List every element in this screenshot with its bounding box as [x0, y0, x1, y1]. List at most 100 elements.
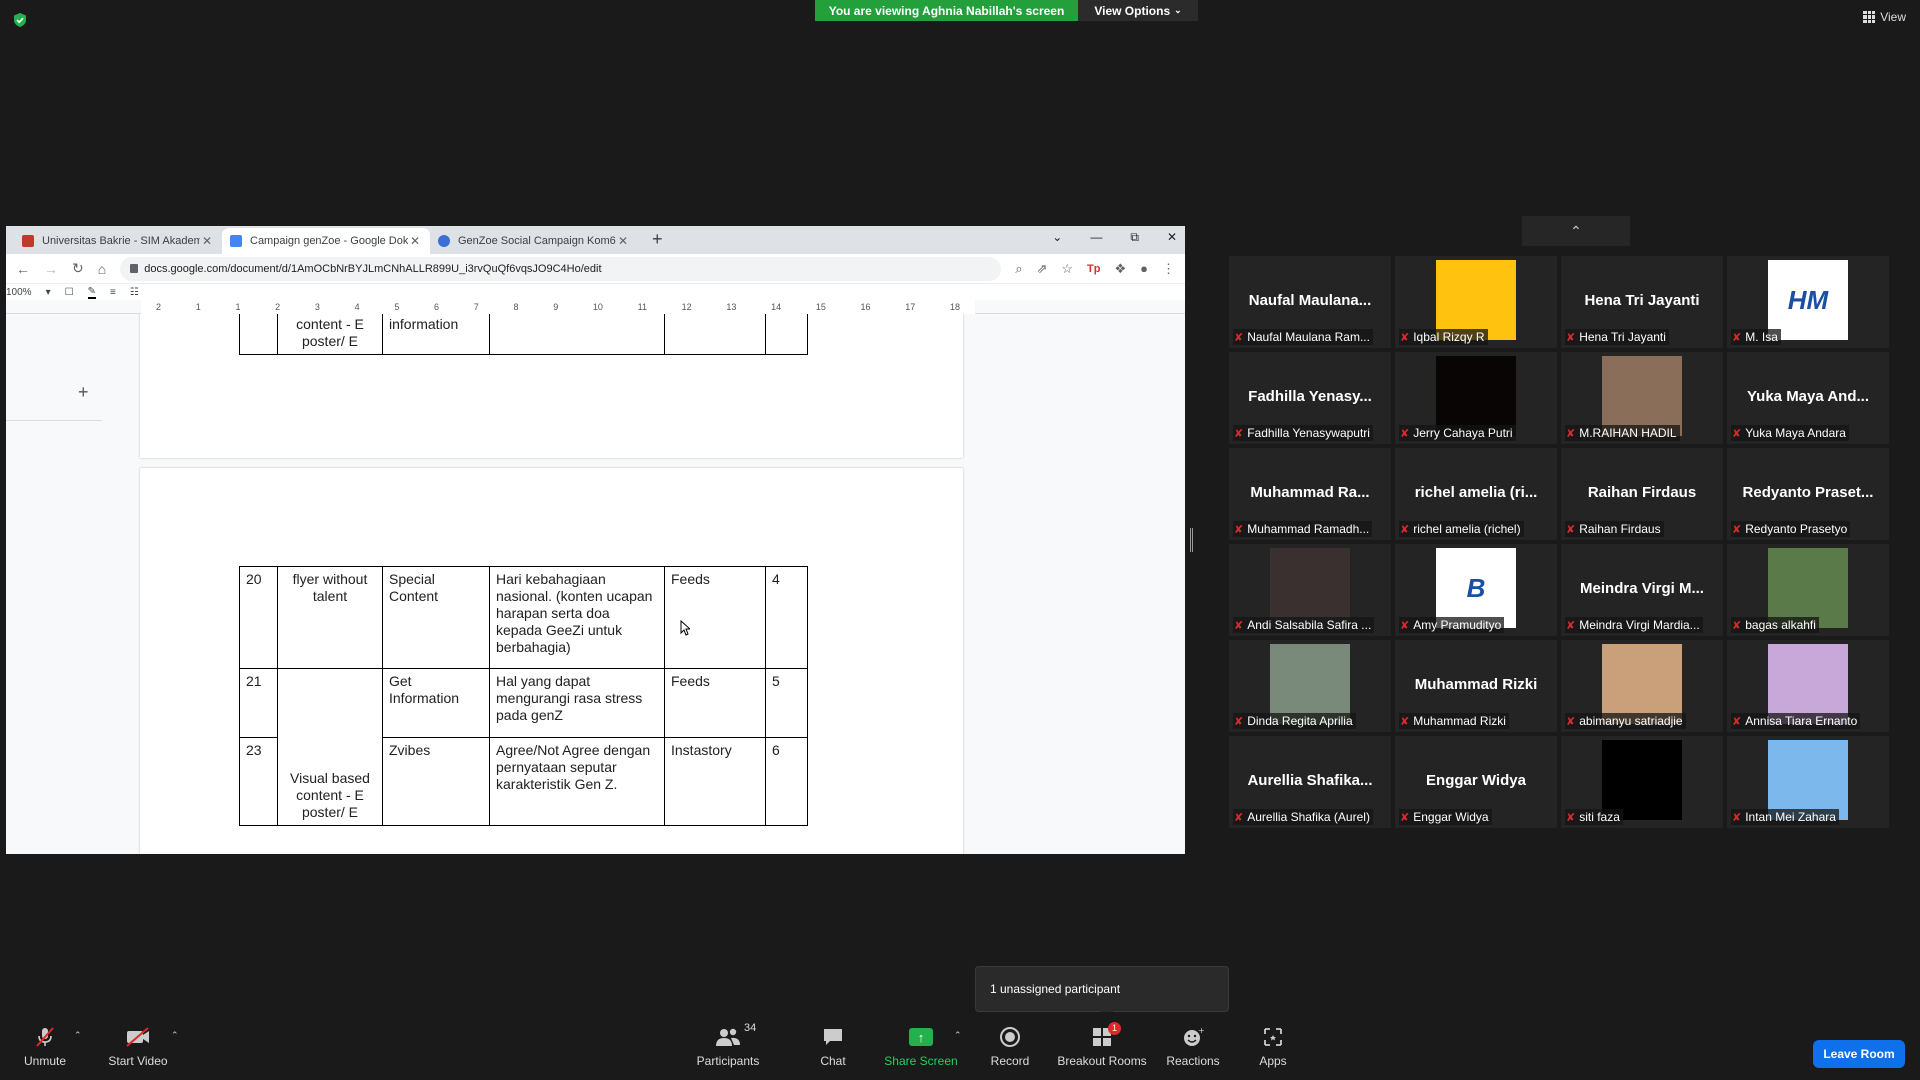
split-view-handle[interactable] — [1190, 528, 1193, 552]
participant-tile[interactable]: Enggar Widya ✘ Enggar Widya — [1395, 736, 1557, 828]
participant-tile[interactable]: Yuka Maya And... ✘ Yuka Maya Andara — [1727, 352, 1889, 444]
document-page[interactable]: 19 Visual based content - E poster/ E Ge… — [140, 314, 963, 458]
table-cell-category[interactable]: Get information — [382, 314, 490, 355]
window-controls: ⌄ — ⧉ ✕ — [1052, 230, 1177, 245]
view-options-button[interactable]: View Options ⌄ — [1078, 0, 1198, 21]
align-icon[interactable]: ≡ — [110, 287, 116, 298]
view-layout-button[interactable]: View — [1863, 10, 1906, 24]
collapse-gallery-button[interactable]: ⌃ — [1522, 216, 1630, 246]
share-options-caret-icon[interactable]: ⌃ — [954, 1030, 962, 1041]
unmute-button[interactable]: Unmute — [5, 1024, 85, 1068]
close-window-icon[interactable]: ✕ — [1167, 230, 1177, 245]
table-cell-type[interactable]: flyer without talent — [277, 566, 383, 669]
forward-icon[interactable]: → — [44, 261, 58, 277]
table-cell-content[interactable]: Agree/Not Agree dengan pernyataan seputa… — [489, 737, 665, 826]
url-field[interactable]: docs.google.com/document/d/1AmOCbNrBYJLm… — [120, 256, 1002, 281]
table-cell-content[interactable]: Karakteristik Gen Z. — [489, 314, 665, 355]
participant-tile[interactable]: Redyanto Praset... ✘ Redyanto Prasetyo — [1727, 448, 1889, 540]
table-cell-platform[interactable]: Feeds — [664, 668, 766, 738]
tab-search-icon[interactable]: ⌄ — [1052, 230, 1062, 245]
ruler-tick: 10 — [592, 302, 603, 312]
participants-button[interactable]: 34 Participants — [688, 1022, 768, 1068]
browser-tab-sim-akademik[interactable]: Universitas Bakrie - SIM Akadem ✕ — [14, 228, 222, 254]
table-cell-content[interactable]: Hal yang dapat mengurangi rasa stress pa… — [489, 668, 665, 738]
participant-tile[interactable]: ✘ abimanyu satriadjie — [1561, 640, 1723, 732]
breakout-rooms-button[interactable]: 1 Breakout Rooms — [1057, 1022, 1147, 1068]
extension-tp-icon[interactable]: Tp — [1087, 263, 1100, 275]
participant-tile[interactable]: ✘ Iqbal Rizqy R — [1395, 256, 1557, 348]
participant-tile[interactable]: Raihan Firdaus ✘ Raihan Firdaus — [1561, 448, 1723, 540]
table-cell-week[interactable]: 5 — [765, 668, 808, 738]
table-cell-no[interactable]: 23 — [239, 737, 278, 826]
participant-tile[interactable]: ✘ Intan Mei Zahara — [1727, 736, 1889, 828]
video-options-caret-icon[interactable]: ⌃ — [171, 1030, 179, 1041]
table-cell-category[interactable]: Get Information — [382, 668, 490, 738]
table-cell-category[interactable]: Special Content — [382, 566, 490, 669]
leave-room-button[interactable]: Leave Room — [1813, 1040, 1905, 1068]
table-cell-platform[interactable]: Instastory — [664, 737, 766, 826]
highlight-pen-icon[interactable]: ✎ — [87, 286, 96, 299]
table-cell-week[interactable]: 4 — [765, 566, 808, 669]
participant-tile[interactable]: ✘ Annisa Tiara Ernanto — [1727, 640, 1889, 732]
apps-button[interactable]: Apps — [1233, 1024, 1313, 1068]
participant-tile[interactable]: Aurellia Shafika... ✘ Aurellia Shafika (Au… — [1229, 736, 1391, 828]
bookmark-star-icon[interactable]: ☆ — [1061, 261, 1073, 277]
audio-options-caret-icon[interactable]: ⌃ — [74, 1030, 82, 1041]
more-format-icon[interactable]: ☷ — [130, 287, 139, 298]
home-icon[interactable]: ⌂ — [98, 261, 106, 277]
profile-avatar-icon[interactable]: ● — [1140, 261, 1148, 276]
table-cell-week[interactable]: 6 — [765, 737, 808, 826]
table-cell-content[interactable]: Hari kebahagiaan nasional. (konten ucapa… — [489, 566, 665, 669]
start-video-button[interactable]: Start Video — [98, 1024, 178, 1068]
share-screen-button[interactable]: ↑ Share Screen — [881, 1024, 961, 1068]
participant-tile[interactable]: Muhammad Ra... ✘ Muhammad Ramadh... — [1229, 448, 1391, 540]
participant-tile[interactable]: richel amelia (ri... ✘ richel amelia (rich… — [1395, 448, 1557, 540]
table-cell-type[interactable]: Visual based content - E poster/ E — [277, 314, 383, 355]
table-cell-no[interactable]: 19 — [239, 314, 278, 355]
minimize-icon[interactable]: — — [1090, 230, 1102, 245]
reload-icon[interactable]: ↻ — [72, 260, 84, 277]
share-page-icon[interactable]: ⇗ — [1036, 261, 1047, 277]
zoom-select[interactable]: 100% — [6, 287, 32, 298]
reactions-button[interactable]: + Reactions — [1153, 1024, 1233, 1068]
participant-tile[interactable]: ✘ siti faza — [1561, 736, 1723, 828]
table-cell-platform[interactable]: Feeds — [664, 314, 766, 355]
zoom-icon[interactable]: ⌕ — [1015, 261, 1022, 277]
participant-tile[interactable]: B ✘ Amy Pramudityo — [1395, 544, 1557, 636]
participant-tile[interactable]: Hena Tri Jayanti ✘ Hena Tri Jayanti — [1561, 256, 1723, 348]
participant-tile[interactable]: HM ✘ M. Isa — [1727, 256, 1889, 348]
new-tab-button[interactable]: + — [652, 229, 663, 250]
comment-icon[interactable]: ☐ — [65, 287, 74, 298]
participant-tile[interactable]: ✘ Dinda Regita Aprilia — [1229, 640, 1391, 732]
extensions-puzzle-icon[interactable]: ❖ — [1114, 261, 1126, 277]
table-cell-no[interactable]: 21 — [239, 668, 278, 738]
participant-tile[interactable]: ✘ M.RAIHAN HADIL — [1561, 352, 1723, 444]
encryption-shield-icon[interactable] — [12, 12, 28, 28]
table-cell-type[interactable]: Visual based content - E poster/ E — [277, 668, 383, 826]
participant-tile[interactable]: ✘ Jerry Cahaya Putri — [1395, 352, 1557, 444]
table-cell-no[interactable]: 20 — [239, 566, 278, 669]
participant-tile[interactable]: ✘ bagas alkahfi — [1727, 544, 1889, 636]
back-icon[interactable]: ← — [16, 261, 30, 277]
participant-tile[interactable]: Naufal Maulana... ✘ Naufal Maulana Ram... — [1229, 256, 1391, 348]
participant-tile[interactable]: Fadhilla Yenasy... ✘ Fadhilla Yenasywaputr… — [1229, 352, 1391, 444]
participant-tile[interactable]: Muhammad Rizki ✘ Muhammad Rizki — [1395, 640, 1557, 732]
document-canvas[interactable]: + 19 Visual based content - E poster/ E … — [6, 314, 1185, 854]
table-cell-category[interactable]: Zvibes — [382, 737, 490, 826]
document-page[interactable]: 20 flyer without talent Special Content … — [140, 468, 963, 854]
close-tab-icon[interactable]: ✕ — [200, 234, 214, 248]
restore-icon[interactable]: ⧉ — [1130, 230, 1139, 245]
browser-tab-campaign-genzoe[interactable]: Campaign genZoe - Google Dok ✕ — [222, 228, 430, 254]
add-tab-plus-icon[interactable]: + — [78, 382, 89, 403]
record-button[interactable]: Record — [970, 1024, 1050, 1068]
browser-tab-genzoe-social-campaign[interactable]: GenZoe Social Campaign Kom63 ✕ — [430, 228, 638, 254]
close-tab-icon[interactable]: ✕ — [616, 234, 630, 248]
table-cell-platform[interactable]: Feeds — [664, 566, 766, 669]
participant-tile[interactable]: ✘ Andi Salsabila Safira ... — [1229, 544, 1391, 636]
browser-menu-icon[interactable]: ⋮ — [1162, 261, 1175, 277]
chat-button[interactable]: Chat — [793, 1024, 873, 1068]
close-tab-icon[interactable]: ✕ — [408, 234, 422, 248]
participant-tile[interactable]: Meindra Virgi M... ✘ Meindra Virgi Mardia.… — [1561, 544, 1723, 636]
table-cell-week[interactable]: 3 — [765, 314, 808, 355]
ruler[interactable]: 2 1 1 2 3 4 5 6 7 8 9 10 11 12 13 14 15 … — [6, 300, 1185, 314]
